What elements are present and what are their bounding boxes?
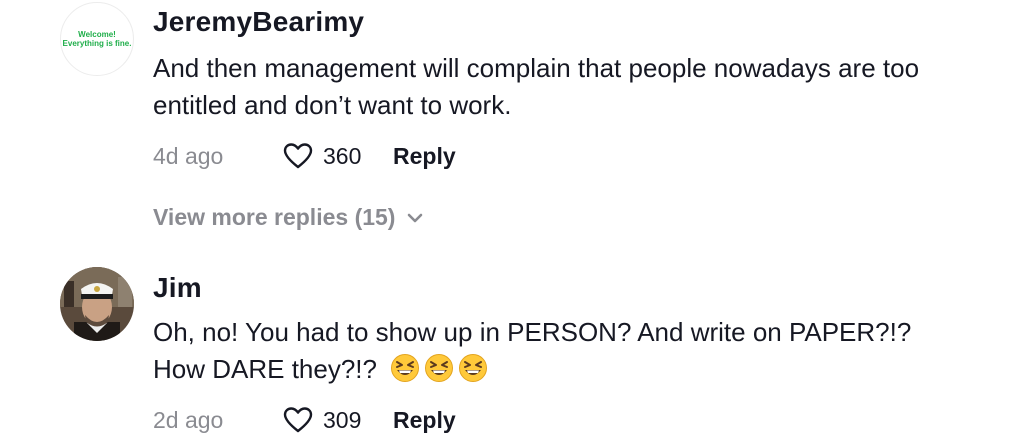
comment-timestamp: 2d ago: [153, 406, 224, 433]
avatar[interactable]: Welcome! Everything is fine.: [60, 2, 134, 76]
view-more-replies-button[interactable]: View more replies (15): [153, 204, 423, 231]
comment-username[interactable]: JeremyBearimy: [153, 6, 364, 38]
avatar-photo: [60, 267, 134, 341]
heart-outline-icon: [283, 143, 313, 169]
like-button[interactable]: 360: [283, 142, 393, 170]
emoji-group: [390, 354, 492, 384]
avatar-text: Welcome! Everything is fine.: [62, 30, 132, 48]
like-count: 360: [323, 142, 362, 169]
grinning-squinting-face-emoji: [391, 354, 420, 382]
view-more-replies-label: View more replies (15): [153, 204, 396, 230]
heart-outline-icon: [283, 407, 313, 433]
comment-meta: 2d ago 309 Reply: [153, 403, 456, 437]
grinning-squinting-face-emoji: [459, 354, 488, 382]
like-button[interactable]: 309: [283, 406, 393, 434]
chevron-down-icon: [408, 213, 423, 222]
reply-button[interactable]: Reply: [393, 143, 456, 170]
comment-username[interactable]: Jim: [153, 272, 202, 304]
comment-text: Oh, no! You had to show up in PERSON? An…: [153, 317, 912, 384]
like-count: 309: [323, 406, 362, 433]
comment-text: And then management will complain that p…: [153, 53, 920, 120]
avatar[interactable]: [60, 267, 134, 341]
comment-meta: 4d ago 360 Reply: [153, 139, 456, 173]
grinning-squinting-face-emoji: [425, 354, 454, 382]
reply-button[interactable]: Reply: [393, 407, 456, 434]
comment-timestamp: 4d ago: [153, 142, 224, 169]
